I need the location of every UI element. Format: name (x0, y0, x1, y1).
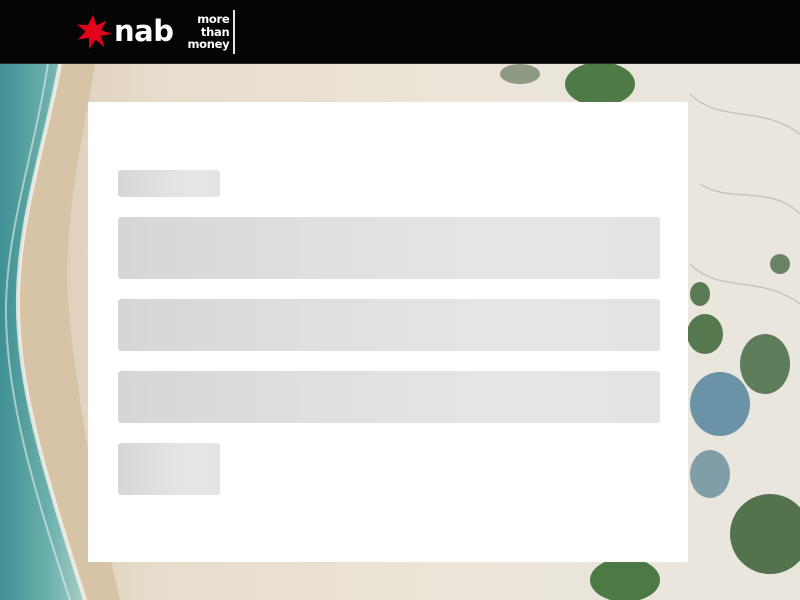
login-page: nab more than money (0, 0, 800, 600)
brand-name: nab (114, 13, 174, 48)
nab-logo[interactable]: nab more than money (75, 10, 236, 54)
red-star-icon (76, 14, 113, 50)
input-skeleton (118, 371, 660, 423)
login-card (88, 102, 688, 562)
input-skeleton (118, 217, 660, 279)
input-skeleton (118, 299, 660, 351)
tagline-divider (233, 10, 236, 54)
tagline-line: more (197, 12, 230, 27)
button-skeleton (118, 443, 220, 495)
top-header-bar: nab more than money (0, 0, 800, 64)
title-skeleton (118, 170, 220, 197)
tagline-line: money (187, 37, 230, 52)
brand-tagline: more than money (187, 13, 229, 51)
